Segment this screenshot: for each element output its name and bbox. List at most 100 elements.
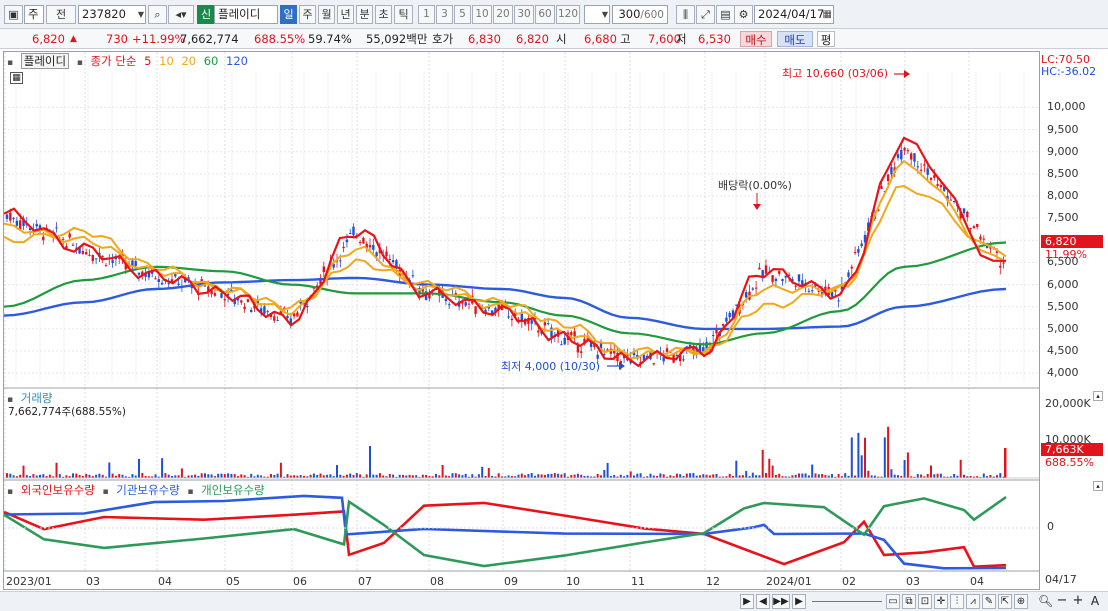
zoom-fit-icon[interactable]: ▭ [886,594,900,609]
candle-up [570,332,573,336]
interval-10[interactable]: 10 [472,5,492,24]
x-axis-label: 04 [158,575,172,588]
crosshair-icon[interactable]: ✛ [934,594,948,609]
interval-3[interactable]: 3 [436,5,453,24]
candle-down [847,272,850,277]
market-select[interactable]: 주 [24,5,44,24]
tab-day[interactable]: 일 [280,5,297,24]
fast-forward-button[interactable]: ▶▶ [772,594,790,609]
candle-down [15,220,19,226]
candle-down [547,323,550,325]
zoom-in-icon[interactable]: 🔍︎ [1038,594,1053,609]
chart-canvas[interactable]: 2023/01 03 04 05 06 07 08 09 10 11 12 2024/01 02 03 04… [4,52,1039,589]
interval-120[interactable]: 120 [556,5,580,24]
x-axis-right-date: 04/17 [1045,573,1077,586]
tab-month[interactable]: 월 [318,5,335,24]
chart-area[interactable]: 2023/01 03 04 05 06 07 08 09 10 11 12 2024/01 02 03 04… [3,51,1040,590]
window-icon[interactable]: ▣ [4,5,23,24]
interval-60[interactable]: 60 [535,5,555,24]
code-input[interactable]: 237820 ▼ [78,5,146,24]
candle-up [543,322,547,326]
chart-type-icon[interactable]: ⫶ [950,594,964,609]
tab-second[interactable]: 초 [375,5,392,24]
snapshot-icon[interactable]: ⊡ [918,594,932,609]
volume-bar [926,473,929,478]
current-change-tag: 11.99% [1045,248,1087,261]
candle-up [721,323,725,326]
tab-year[interactable]: 년 [337,5,354,24]
price-axis: LC:70.50 HC:-36.02 10,000 9,500 9,000 8,500… [1041,51,1105,590]
interval-120-label: 120 [557,8,579,20]
custom-interval-select[interactable]: ▼ [584,5,610,24]
speaker-icon[interactable]: ◂▾ [168,5,194,24]
stock-name-field[interactable]: 플레이디 [214,5,278,24]
volume-bar [530,472,533,478]
buy-button[interactable]: 매수 [740,31,772,47]
save-icon[interactable]: ▤ [716,5,735,24]
candle-down [913,153,916,162]
volume-bar [916,474,919,478]
indicator-icon[interactable]: ⩘ [966,594,980,609]
volume-bar [230,473,233,478]
volume-bar [814,473,817,478]
volume-bar [751,472,754,478]
volume-bar [6,473,8,478]
candle-down [797,274,801,282]
even-button[interactable]: 평 [817,31,835,47]
tab-week[interactable]: 주 [299,5,316,24]
chart-toolbar: ▣ 주 전 237820 ▼ ⌕ ◂▾ 신 플레이디 일 주 월 년 분 초 틱 … [0,0,1108,29]
interval-1[interactable]: 1 [418,5,435,24]
sell-button[interactable]: 매도 [777,31,813,47]
grid-table-icon[interactable]: ▦ [10,72,23,84]
candle-down [35,224,38,227]
panel-resize-icon[interactable]: ▴ [1093,481,1103,491]
candle-up [42,236,45,241]
legend-toggle-icon[interactable]: ▪ [7,58,13,68]
add-icon[interactable]: + [1072,594,1084,609]
candle-down [345,239,349,243]
volume-bar-current [1004,448,1007,478]
legend-toggle-icon[interactable]: ▪ [187,487,193,497]
legend-stock-name[interactable]: 플레이디 [20,53,70,69]
volume-bar [392,474,395,478]
prev-button[interactable]: 전 [46,5,76,24]
interval-30[interactable]: 30 [514,5,534,24]
legend-toggle-icon[interactable]: ▪ [7,487,13,497]
rewind-button[interactable]: ◀ [756,594,770,609]
zoom-out-icon[interactable]: − [1056,594,1068,609]
volume-bar [692,473,695,478]
date-input[interactable]: 2024/04/17 ▦ [754,5,834,24]
interval-20[interactable]: 20 [493,5,513,24]
candle-down [774,278,778,282]
volume-bar [844,473,847,478]
font-size-icon[interactable]: A [1088,594,1102,609]
compare-icon[interactable]: ⧉ [902,594,916,609]
volume-bar [547,473,550,478]
forward-button[interactable]: ▶ [792,594,806,609]
play-button[interactable]: ▶ [740,594,754,609]
candle-icon[interactable]: ⫼ [676,5,695,24]
scroll-slider[interactable] [812,601,882,602]
candle-down [900,149,903,160]
tab-second-label: 초 [378,8,389,21]
magnify-icon[interactable]: ⊕ [1014,594,1028,609]
tab-minute[interactable]: 분 [356,5,373,24]
forward-label: ▶ [795,596,803,607]
drawing-icon[interactable]: ✎ [982,594,996,609]
volume-bar [920,474,923,478]
volume-bar [679,474,682,478]
interval-5[interactable]: 5 [454,5,471,24]
pointer-icon[interactable]: ⇱ [998,594,1012,609]
candle-up [715,329,718,334]
candle-down [682,359,685,361]
legend-toggle-icon[interactable]: ▪ [77,58,83,68]
line-tool-icon[interactable]: ⤢ [696,5,715,24]
volume-bar [715,473,718,478]
gear-icon[interactable]: ⚙ [734,5,753,24]
tab-tick[interactable]: 틱 [394,5,413,24]
count-input[interactable]: 300/600 [612,5,668,24]
candle-down [728,312,731,318]
panel-resize-icon[interactable]: ▴ [1093,391,1103,401]
legend-toggle-icon[interactable]: ▪ [102,487,108,497]
search-icon[interactable]: ⌕ [148,5,167,24]
